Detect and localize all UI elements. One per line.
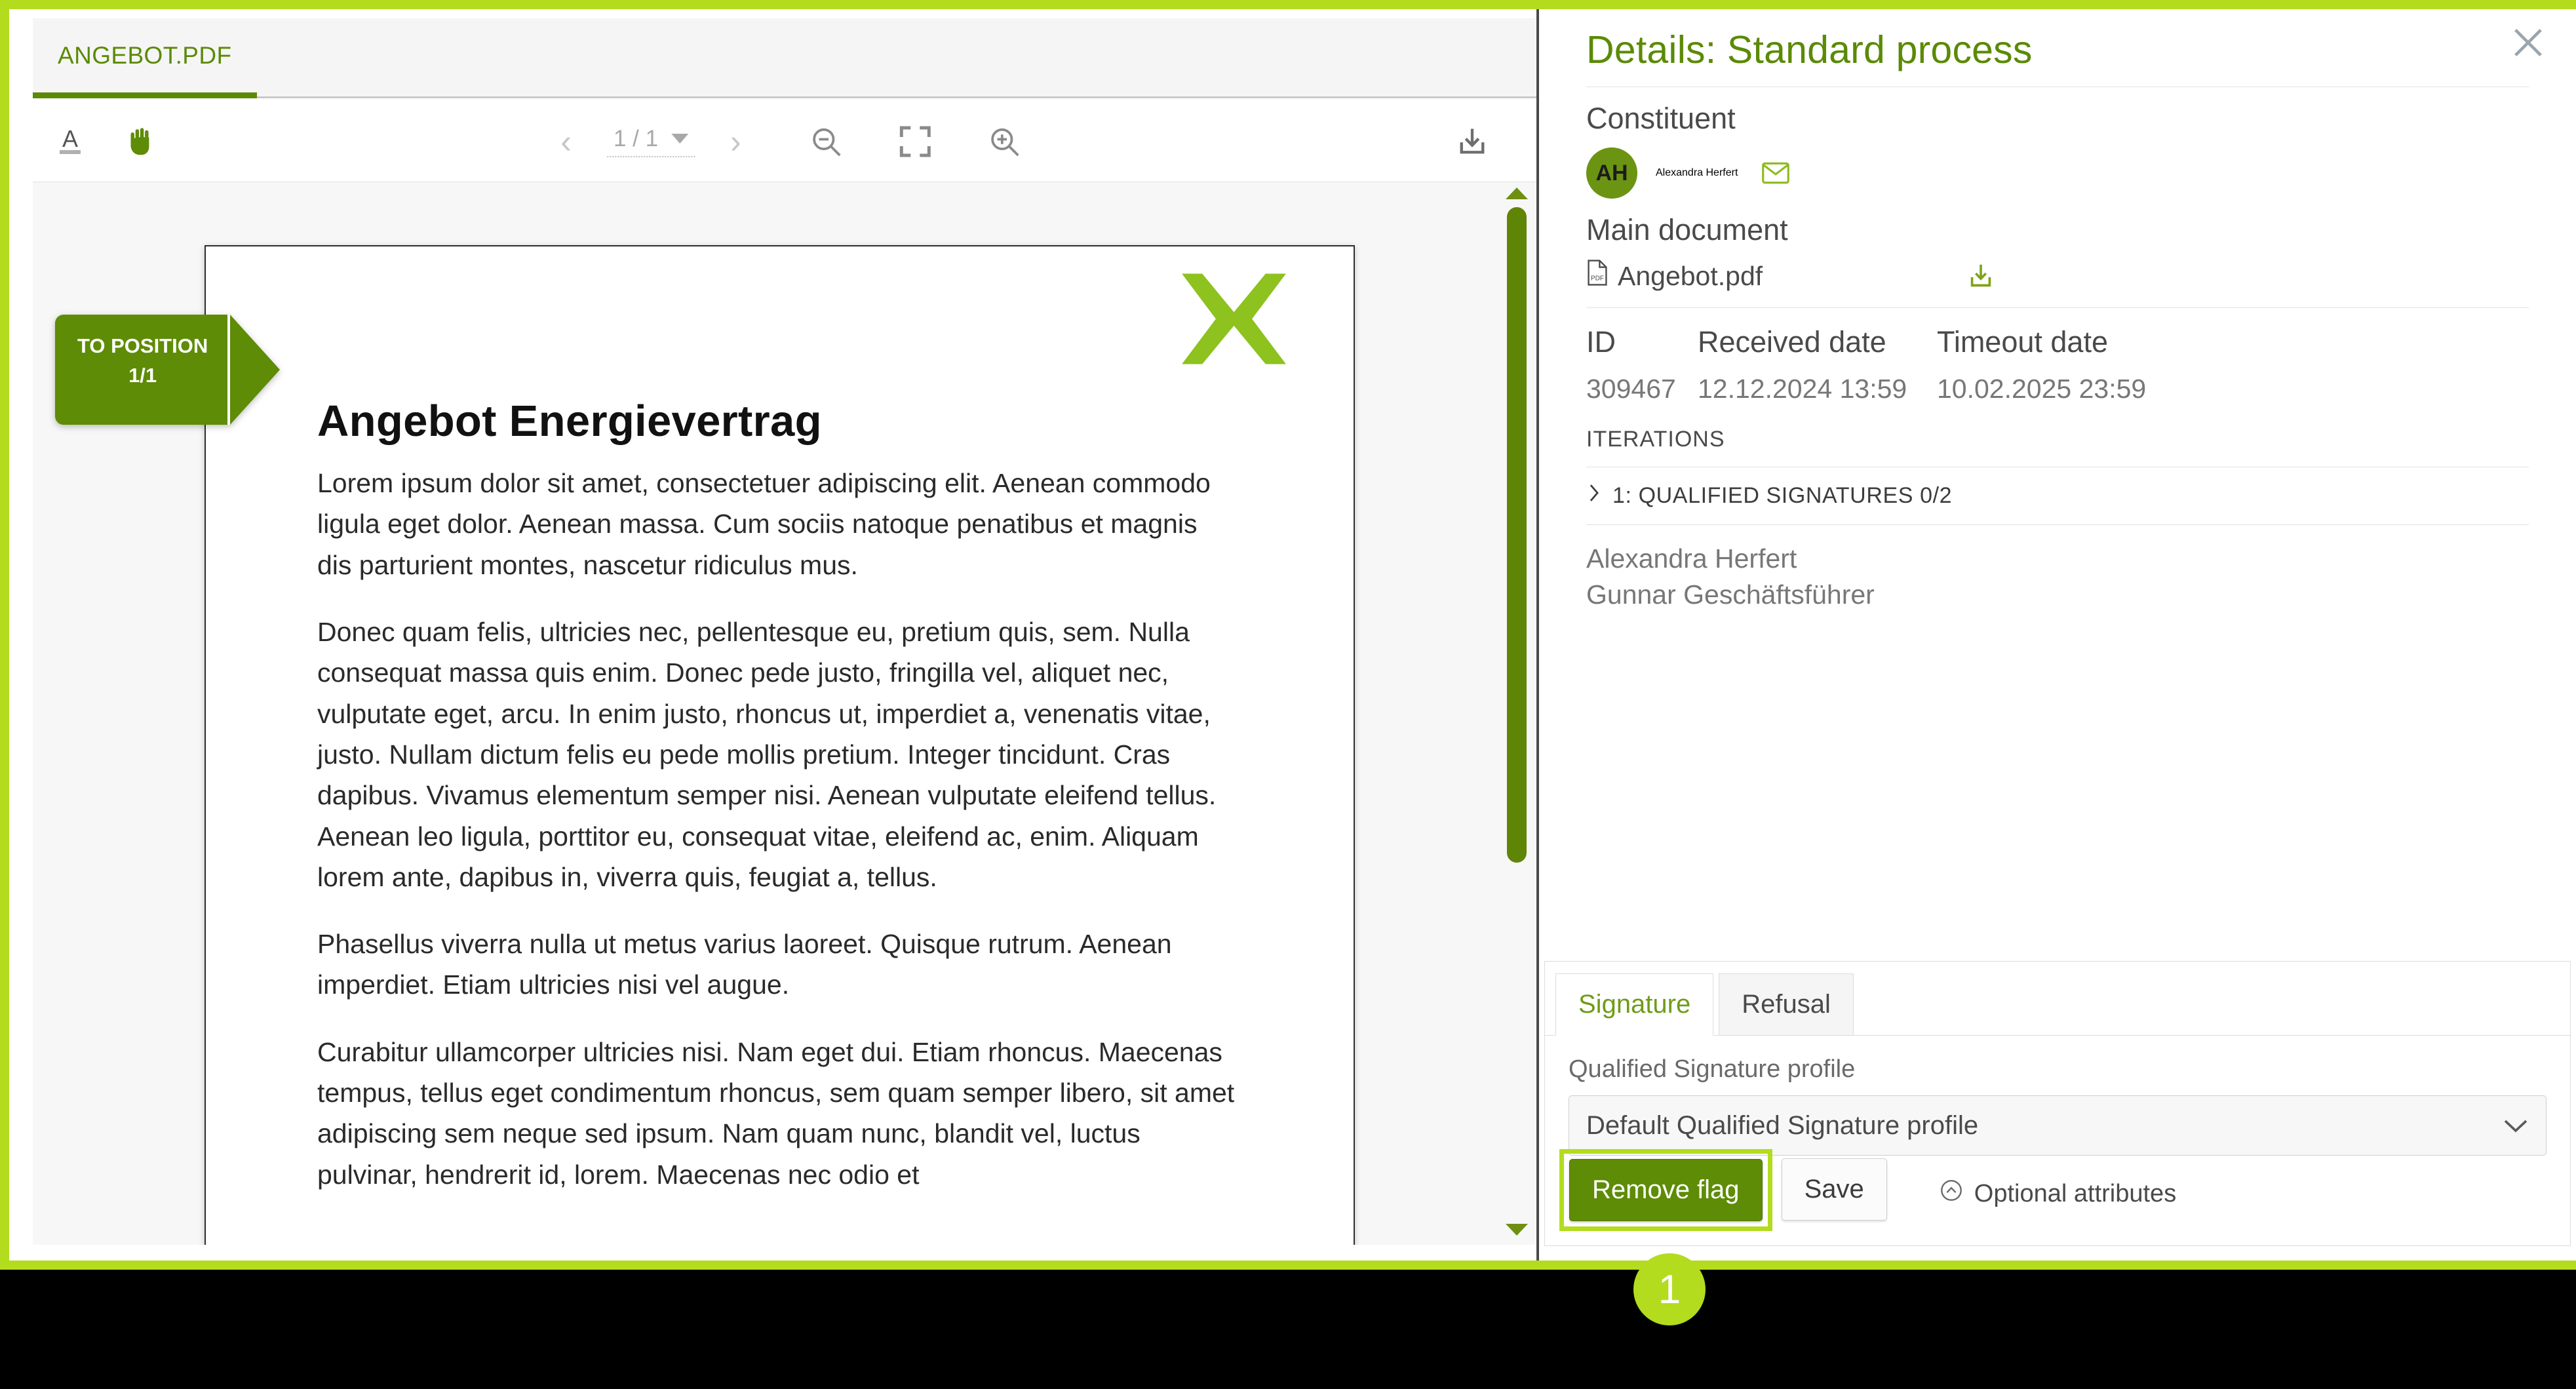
toolbar-right-group — [1455, 100, 1489, 182]
iteration-title: 1: QUALIFIED SIGNATURES 0/2 — [1612, 483, 1952, 509]
chevron-right-icon — [1586, 482, 1602, 510]
tab-signature-label: Signature — [1578, 990, 1690, 1019]
pdf-paragraph: Donec quam felis, ultricies nec, pellent… — [317, 612, 1236, 897]
toolbar-left-group: A — [56, 100, 157, 182]
list-item: Alexandra Herfert — [1586, 541, 2529, 577]
tab-signature[interactable]: Signature — [1555, 973, 1713, 1036]
remove-flag-button[interactable]: Remove flag — [1569, 1159, 1763, 1221]
pdf-paragraph: Lorem ipsum dolor sit amet, consectetuer… — [317, 463, 1236, 585]
main-document-row: PDF Angebot.pdf — [1586, 259, 2529, 293]
main-document-file-link[interactable]: PDF Angebot.pdf — [1586, 259, 1763, 293]
iteration-row-1[interactable]: 1: QUALIFIED SIGNATURES 0/2 — [1586, 467, 2529, 524]
zoom-in-icon[interactable] — [986, 123, 1023, 160]
cell-id: 309467 — [1586, 374, 1698, 404]
qualified-signature-profile-select[interactable]: Default Qualified Signature profile — [1569, 1095, 2547, 1156]
signer-list: Alexandra Herfert Gunnar Geschäftsführer — [1586, 541, 2529, 612]
avatar: AH — [1586, 147, 1637, 199]
tab-refusal[interactable]: Refusal — [1719, 973, 1854, 1036]
chevron-right-icon[interactable]: › — [716, 125, 756, 158]
chevron-left-icon[interactable]: ‹ — [546, 125, 586, 158]
x-brand-logo-icon — [1177, 271, 1291, 366]
toolbar-page-group: ‹ 1 / 1 › — [546, 100, 1023, 182]
pdf-paragraph: Phasellus viverra nulla ut metus varius … — [317, 924, 1236, 1006]
chevron-down-icon — [671, 134, 688, 144]
text-select-icon[interactable]: A — [56, 126, 84, 157]
page-indicator-label: 1 / 1 — [614, 126, 658, 152]
download-icon[interactable] — [1966, 261, 1996, 291]
download-icon[interactable] — [1455, 125, 1489, 159]
signature-card-actions: Remove flag Save — [1545, 1158, 1887, 1245]
signature-card-tabs: Signature Refusal — [1545, 962, 2570, 1036]
cell-received-date: 12.12.2024 13:59 — [1698, 374, 1937, 404]
to-position-flag-line1: TO POSITION — [77, 332, 208, 361]
pdf-page-sheet: Angebot Energievertrag Lorem ipsum dolor… — [205, 245, 1355, 1245]
list-item: Gunnar Geschäftsführer — [1586, 577, 2529, 613]
hand-pan-icon[interactable] — [122, 124, 157, 159]
meta-table: ID Received date Timeout date 309467 12.… — [1586, 325, 2529, 404]
tab-label: ANGEBOT.PDF — [58, 42, 232, 69]
divider — [1586, 524, 2529, 525]
constituent-name: Alexandra Herfert — [1656, 167, 1738, 179]
zoom-out-icon[interactable] — [808, 123, 845, 160]
svg-text:A: A — [62, 126, 78, 152]
svg-text:PDF: PDF — [1591, 275, 1604, 283]
optional-attributes-label: Optional attributes — [1974, 1180, 2176, 1208]
to-position-flag-arrow — [230, 315, 280, 425]
page-title: Details: Standard process — [1586, 28, 2529, 72]
to-position-flag[interactable]: TO POSITION 1/1 — [55, 315, 280, 425]
main-document-heading: Main document — [1586, 213, 2529, 247]
remove-flag-highlight: Remove flag — [1559, 1149, 1772, 1231]
fit-to-screen-icon[interactable] — [897, 123, 934, 160]
cell-timeout-date: 10.02.2025 23:59 — [1937, 374, 2186, 404]
app-window-frame: ANGEBOT.PDF A — [0, 0, 2576, 1270]
tab-refusal-label: Refusal — [1742, 990, 1831, 1019]
step-annotation-badge: 1 — [1633, 1253, 1706, 1325]
scroll-thumb[interactable] — [1507, 207, 1527, 863]
pdf-viewer-toolbar: A ‹ 1 / 1 › — [33, 100, 1536, 182]
chevron-up-circle-icon — [1939, 1178, 1964, 1209]
select-value: Default Qualified Signature profile — [1586, 1111, 1978, 1141]
divider — [1586, 307, 2529, 308]
save-button[interactable]: Save — [1782, 1158, 1887, 1221]
signature-card: Signature Refusal Qualified Signature pr… — [1544, 961, 2571, 1246]
chevron-down-icon — [2503, 1111, 2529, 1141]
document-canvas-area: Angebot Energievertrag Lorem ipsum dolor… — [33, 182, 1536, 1245]
column-header-id: ID — [1586, 325, 1698, 359]
envelope-icon[interactable] — [1761, 161, 1790, 186]
column-header-received-date: Received date — [1698, 325, 1937, 359]
details-panel: Details: Standard process Constituent AH… — [1539, 9, 2576, 1261]
column-header-timeout-date: Timeout date — [1937, 325, 2186, 359]
pdf-vertical-scrollbar[interactable] — [1502, 182, 1531, 1245]
to-position-flag-line2: 1/1 — [77, 361, 208, 391]
scroll-up-arrow-icon[interactable] — [1506, 187, 1528, 199]
table-row: 309467 12.12.2024 13:59 10.02.2025 23:59 — [1586, 374, 2529, 404]
scroll-down-arrow-icon[interactable] — [1506, 1224, 1528, 1236]
pdf-paragraph: Curabitur ullamcorper ultricies nisi. Na… — [317, 1032, 1236, 1195]
constituent-row: AH Alexandra Herfert — [1586, 147, 2529, 199]
meta-table-header-row: ID Received date Timeout date — [1586, 325, 2529, 359]
main-document-file-name: Angebot.pdf — [1618, 261, 1763, 292]
iterations-label: ITERATIONS — [1586, 427, 2529, 452]
pdf-document-title: Angebot Energievertrag — [317, 396, 822, 446]
pdf-file-icon: PDF — [1586, 259, 1609, 293]
constituent-heading: Constituent — [1586, 102, 2529, 136]
document-tab-strip: ANGEBOT.PDF — [33, 18, 1536, 98]
tab-angebot-pdf[interactable]: ANGEBOT.PDF — [33, 18, 257, 98]
to-position-flag-body: TO POSITION 1/1 — [55, 315, 230, 425]
pdf-document-body: Lorem ipsum dolor sit amet, consectetuer… — [317, 463, 1236, 1221]
page-indicator-dropdown[interactable]: 1 / 1 — [607, 126, 695, 157]
close-icon[interactable] — [2500, 14, 2556, 71]
qualified-signature-profile-label: Qualified Signature profile — [1569, 1055, 2547, 1084]
app-window-content: ANGEBOT.PDF A — [9, 9, 2576, 1261]
pdf-viewer-column: ANGEBOT.PDF A — [9, 9, 1536, 1261]
